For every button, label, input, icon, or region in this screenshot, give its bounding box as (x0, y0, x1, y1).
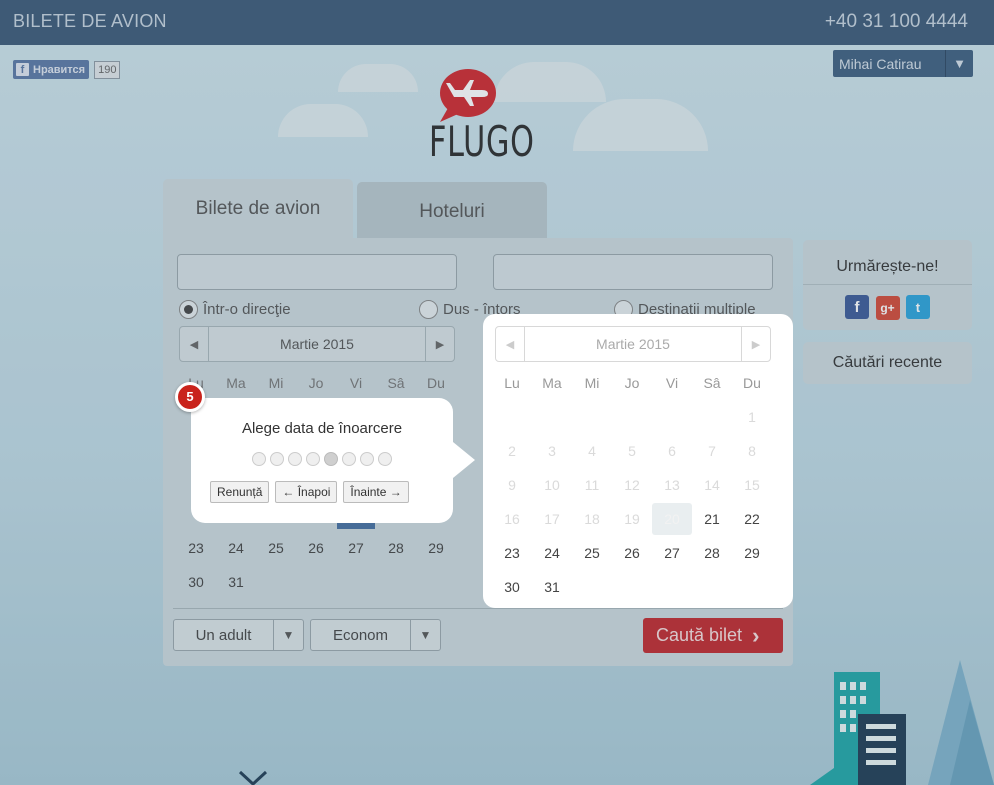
tour-progress-dots (252, 452, 396, 466)
next-month-icon[interactable]: ▶ (742, 327, 770, 361)
weekday-label: Lu (504, 375, 520, 391)
calendar-day: 16 (504, 511, 520, 527)
calendar-day: 20 (652, 503, 692, 535)
weekday-label: Sâ (703, 375, 721, 391)
calendar-day: 11 (584, 477, 600, 493)
calendar-day: 10 (544, 477, 560, 493)
calendar-day[interactable]: 29 (732, 545, 772, 561)
calendar-day: 15 (744, 477, 760, 493)
tour-progress-dot (270, 452, 284, 466)
calendar-day[interactable]: 28 (692, 545, 732, 561)
prev-month-icon[interactable]: ◀ (496, 327, 524, 361)
calendar-day: 1 (748, 409, 756, 425)
tour-progress-dot (342, 452, 356, 466)
calendar-day[interactable]: 26 (612, 545, 652, 561)
weekday-label: Du (743, 375, 761, 391)
weekday-label: Mi (584, 375, 600, 391)
month-label: Martie 2015 (524, 327, 742, 361)
calendar-day: 9 (508, 477, 516, 493)
calendar-day: 18 (584, 511, 600, 527)
calendar-day[interactable]: 27 (652, 545, 692, 561)
tour-next-button[interactable]: Înainte → (343, 481, 409, 503)
weekday-label: Vi (665, 375, 679, 391)
calendar-day[interactable]: 24 (532, 545, 572, 561)
return-month-bar: ◀ Martie 2015 ▶ (495, 326, 771, 362)
tour-message: Alege data de înoarcere (241, 420, 403, 437)
calendar-day: 6 (668, 443, 676, 459)
tour-tooltip: Alege data de înoarcere Renunță ← Înapoi… (191, 398, 475, 523)
calendar-day[interactable]: 23 (492, 545, 532, 561)
calendar-day: 13 (664, 477, 680, 493)
tour-step-badge: 5 (175, 382, 205, 412)
calendar-day: 5 (628, 443, 636, 459)
calendar-day: 4 (588, 443, 596, 459)
calendar-day: 8 (748, 443, 756, 459)
calendar-day: 3 (548, 443, 556, 459)
calendar-day[interactable]: 31 (532, 579, 572, 595)
return-calendar-grid: Lu Ma Mi Jo Vi Sâ Du 1 2 3 4 5 6 7 8 9 10 11 12 13 14 15 16 17 1… (492, 366, 772, 604)
tour-progress-dot (252, 452, 266, 466)
weekday-label: Ma (542, 375, 562, 391)
calendar-day: 12 (624, 477, 640, 493)
tour-back-button[interactable]: ← Înapoi (275, 481, 338, 503)
calendar-day[interactable]: 22 (732, 511, 772, 527)
tour-cancel-button[interactable]: Renunță (210, 481, 270, 503)
tour-progress-dot (360, 452, 374, 466)
weekday-label: Jo (624, 375, 640, 391)
tour-progress-dot (378, 452, 392, 466)
tour-progress-dot (306, 452, 320, 466)
calendar-day[interactable]: 21 (692, 511, 732, 527)
tour-progress-dot (324, 452, 338, 466)
calendar-day[interactable]: 25 (572, 545, 612, 561)
calendar-day: 2 (508, 443, 516, 459)
tour-progress-dot (288, 452, 302, 466)
return-date-calendar: ◀ Martie 2015 ▶ Lu Ma Mi Jo Vi Sâ Du 1 2 3 4 5 6 7 8 9 1… (483, 314, 793, 608)
calendar-day: 17 (544, 511, 560, 527)
calendar-day[interactable]: 30 (492, 579, 532, 595)
calendar-day: 14 (704, 477, 720, 493)
calendar-day: 7 (708, 443, 716, 459)
calendar-day: 19 (624, 511, 640, 527)
